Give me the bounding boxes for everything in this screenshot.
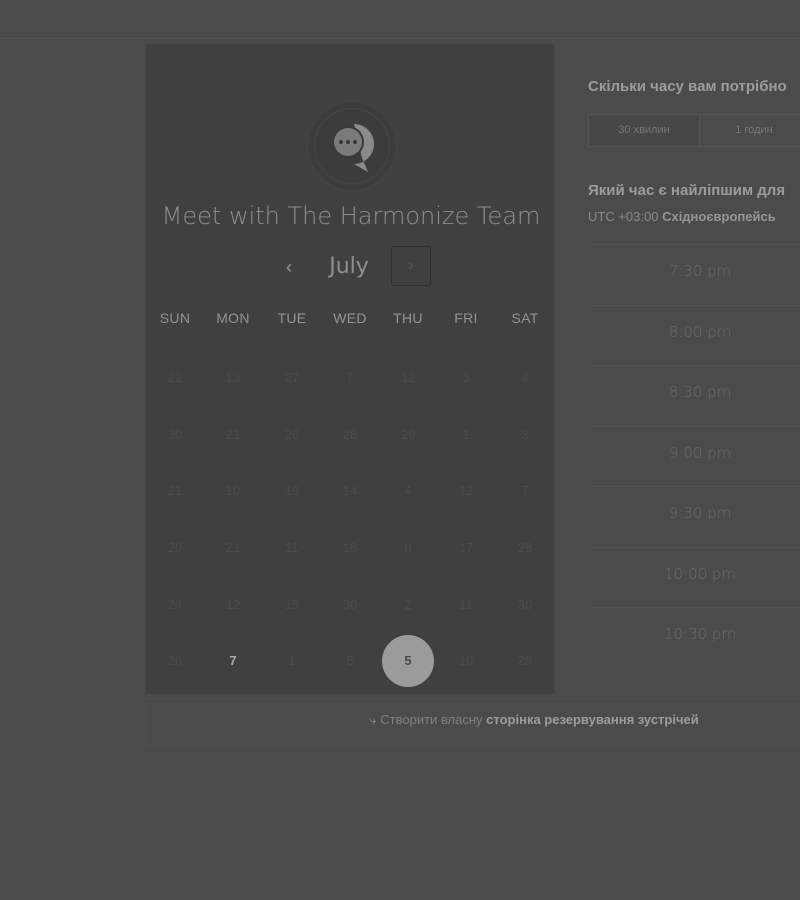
duration-option-30min[interactable]: 30 хвилин [589, 115, 700, 146]
timezone-label[interactable]: UTC +03:00 Східноєвропейсь [588, 209, 776, 224]
weekday-fri: FRI [454, 310, 478, 326]
time-question: Який час є найліпшим для [588, 182, 786, 199]
calendar-day[interactable]: 30 [501, 581, 549, 629]
calendar-day[interactable]: 7 [326, 354, 374, 402]
time-slot[interactable]: 8:30 pm [590, 365, 800, 425]
calendar-day[interactable]: 5 [326, 637, 374, 685]
calendar-day[interactable]: 20 [151, 524, 199, 572]
calendar-day[interactable]: 26 [501, 524, 549, 572]
create-booking-page-link[interactable]: ⤷ Створити власну сторінка резервування з… [369, 699, 699, 741]
calendar-day[interactable]: 21 [209, 411, 257, 459]
calendar-day[interactable]: 7 [501, 467, 549, 515]
calendar-day[interactable]: 26 [268, 411, 316, 459]
timezone-name: Східноєвропейсь [662, 209, 776, 224]
calendar-day[interactable]: 30 [151, 411, 199, 459]
calendar-day[interactable]: 4 [384, 467, 432, 515]
calendar-day[interactable]: 29 [384, 411, 432, 459]
weekday-tue: TUE [277, 310, 307, 326]
calendar-day[interactable]: 28 [501, 637, 549, 685]
calendar-day[interactable]: 22 [151, 354, 199, 402]
calendar-day[interactable]: 11 [268, 524, 316, 572]
duration-tabs: 30 хвилин 1 годин [588, 114, 800, 147]
month-navigation: ‹ July › [146, 246, 556, 288]
next-month-button[interactable]: › [391, 246, 431, 286]
calendar-day[interactable]: 1 [268, 637, 316, 685]
calendar-day[interactable]: 4 [501, 354, 549, 402]
calendar-day[interactable]: 21 [209, 524, 257, 572]
time-slot[interactable]: 10:00 pm [590, 546, 800, 607]
top-divider [0, 38, 800, 39]
calendar-day[interactable]: 13 [209, 354, 257, 402]
weekday-thu: THU [393, 310, 423, 326]
calendar-day[interactable]: 28 [326, 411, 374, 459]
time-slot[interactable]: 9:00 pm [590, 425, 800, 486]
calendar-day[interactable]: 7 [209, 637, 257, 685]
time-slot[interactable]: 10:30 pm [590, 607, 800, 667]
calendar-day[interactable]: 27 [268, 354, 316, 402]
time-slot[interactable]: 7:30 pm [590, 244, 800, 304]
duration-question: Скільки часу вам потрібно [588, 78, 787, 95]
calendar-day[interactable]: 21 [151, 467, 199, 515]
calendar-day[interactable]: 3 [501, 411, 549, 459]
weekday-header: SUN MON TUE WED THU FRI SAT [146, 310, 556, 334]
weekday-sun: SUN [159, 310, 191, 326]
weekday-sat: SAT [511, 310, 539, 326]
calendar-day[interactable]: 10 [209, 467, 257, 515]
calendar-card: Meet with The Harmonize Team ‹ July › SU… [145, 43, 555, 695]
time-slot[interactable]: 9:30 pm [590, 486, 800, 546]
timezone-offset: UTC +03:00 [588, 209, 659, 224]
footer-prefix: Створити власну [380, 712, 483, 727]
weekday-wed: WED [333, 310, 367, 326]
calendar-day[interactable]: 12 [442, 467, 490, 515]
calendar-day[interactable]: 3 [442, 354, 490, 402]
sprocket-icon: ⤷ [369, 712, 377, 727]
calendar-day[interactable]: 30 [326, 581, 374, 629]
month-label: July [329, 254, 369, 279]
prev-month-button[interactable]: ‹ [274, 252, 304, 282]
calendar-day[interactable]: 17 [442, 524, 490, 572]
calendar-day[interactable]: 1 [442, 411, 490, 459]
calendar-day[interactable]: 12 [209, 581, 257, 629]
chat-bubble-icon [332, 124, 374, 172]
calendar-day[interactable]: 24 [151, 581, 199, 629]
team-logo [308, 102, 396, 190]
footer-link-bar: ⤷ Створити власну сторінка резервування з… [145, 698, 800, 746]
calendar-day[interactable]: 2 [384, 581, 432, 629]
calendar-day[interactable]: 14 [326, 467, 374, 515]
calendar-day[interactable]: 12 [384, 354, 432, 402]
calendar-day[interactable]: 19 [268, 467, 316, 515]
calendar-day[interactable]: 8 [384, 524, 432, 572]
selected-day[interactable]: 5 [382, 635, 434, 687]
calendar-day[interactable]: 10 [442, 637, 490, 685]
calendar-day[interactable]: 26 [151, 637, 199, 685]
calendar-day[interactable]: 11 [442, 581, 490, 629]
time-slot[interactable]: 8:00 pm [590, 304, 800, 365]
calendar-day[interactable]: 16 [326, 524, 374, 572]
weekday-mon: MON [216, 310, 250, 326]
duration-option-1hour[interactable]: 1 годин [699, 115, 800, 146]
calendar-day[interactable]: 15 [268, 581, 316, 629]
page-title: Meet with The Harmonize Team [161, 202, 541, 230]
footer-bold: сторінка резервування зустрічей [486, 712, 699, 727]
